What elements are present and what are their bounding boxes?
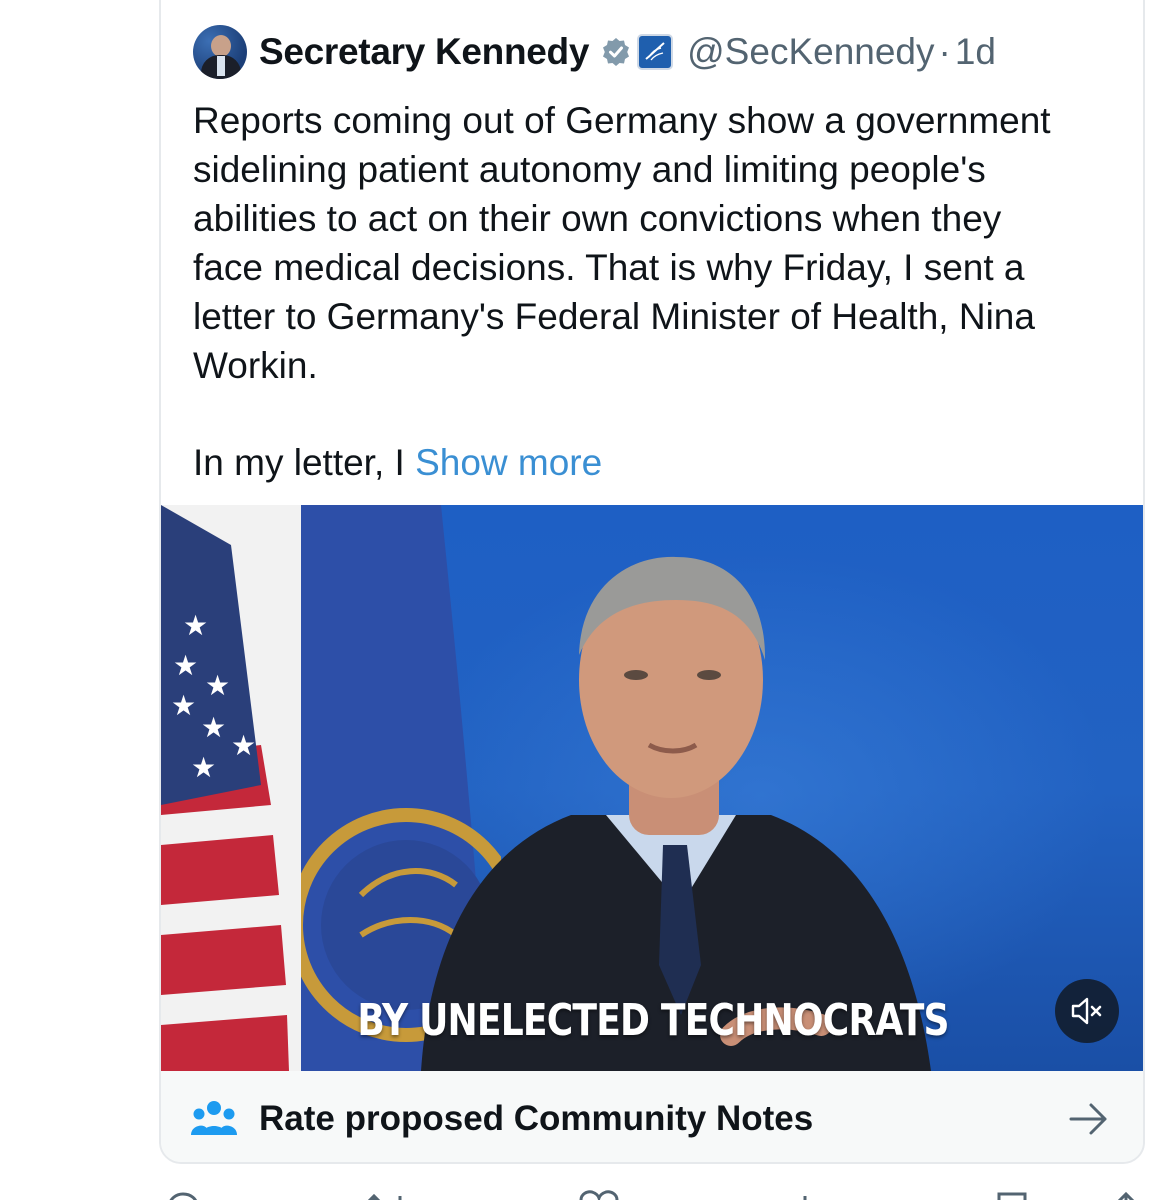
timestamp[interactable]: 1d xyxy=(955,31,996,73)
share-icon[interactable] xyxy=(1109,1188,1143,1200)
video-caption: BY UNELECTED TECHNOCRATS xyxy=(357,995,949,1046)
bookmark-icon[interactable] xyxy=(995,1188,1029,1200)
svg-text:★: ★ xyxy=(231,729,256,762)
verified-badge-icon xyxy=(599,35,633,69)
community-notes-label: Rate proposed Community Notes xyxy=(259,1098,814,1138)
arrow-right-icon xyxy=(1069,1103,1107,1135)
like-icon[interactable] xyxy=(579,1188,619,1200)
svg-text:★: ★ xyxy=(183,609,208,642)
svg-text:★: ★ xyxy=(205,669,230,702)
video-player[interactable]: ★ ★ ★ ★ ★ ★ ★ BY UNELECTED TECHNOCRATS xyxy=(161,505,1143,1071)
mute-button[interactable] xyxy=(1055,979,1119,1043)
tweet-text-tail: In my letter, I xyxy=(193,442,416,483)
speaker-figure xyxy=(421,556,931,1071)
show-more-link[interactable]: Show more xyxy=(415,442,602,483)
tweet-text: Reports coming out of Germany show a gov… xyxy=(193,100,1051,386)
svg-text:★: ★ xyxy=(171,689,196,722)
svg-text:★: ★ xyxy=(173,649,198,682)
display-name[interactable]: Secretary Kennedy xyxy=(259,31,589,73)
svg-text:★: ★ xyxy=(191,751,216,784)
people-icon xyxy=(191,1099,237,1139)
handle[interactable]: @SecKennedy xyxy=(687,31,934,73)
svg-text:★: ★ xyxy=(201,711,226,744)
volume-muted-icon xyxy=(1071,997,1102,1025)
separator-dot: · xyxy=(938,31,951,72)
tweet-action-row xyxy=(159,1184,1145,1200)
views-icon[interactable] xyxy=(791,1188,831,1200)
tweet-header: Secretary Kennedy @SecKennedy · 1d xyxy=(193,24,996,80)
american-flag-image: ★ ★ ★ ★ ★ ★ ★ xyxy=(161,505,301,1071)
avatar[interactable] xyxy=(193,25,247,79)
tweet-text-continued: In my letter, I Show more xyxy=(193,438,602,487)
rate-community-notes-button[interactable]: Rate proposed Community Notes xyxy=(161,1071,1143,1162)
tweet-card[interactable]: Secretary Kennedy @SecKennedy · 1d Repor… xyxy=(159,0,1145,1164)
hhs-affiliation-icon[interactable] xyxy=(637,34,674,70)
repost-icon[interactable] xyxy=(364,1188,410,1200)
reply-icon[interactable] xyxy=(165,1188,201,1200)
